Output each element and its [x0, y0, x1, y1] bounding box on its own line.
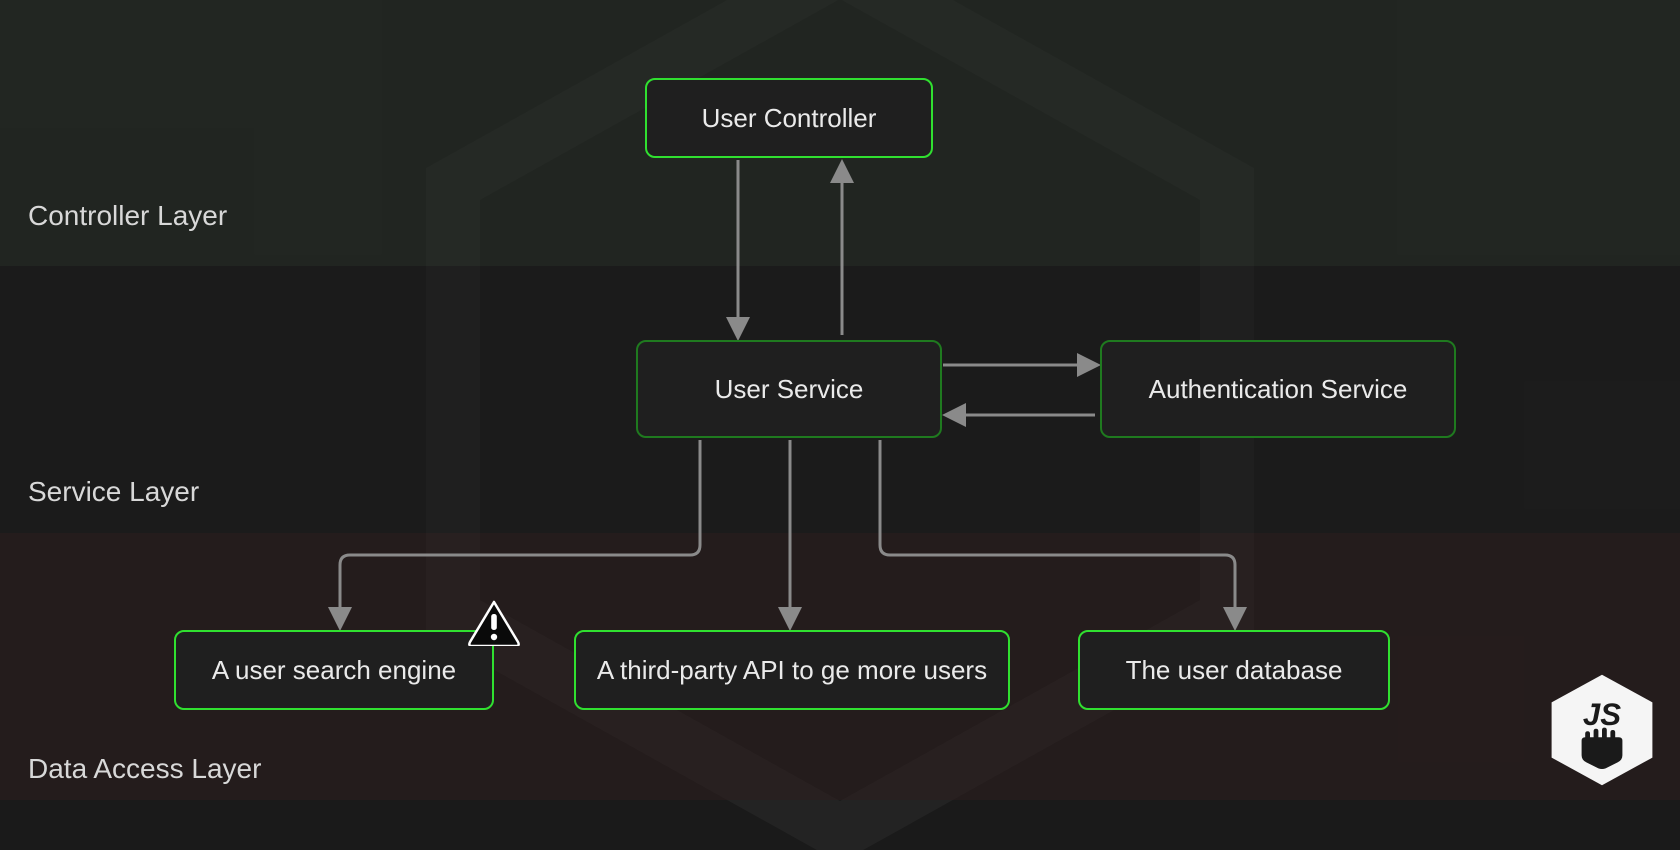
- node-third-party-api-label: A third-party API to ge more users: [597, 655, 987, 686]
- svg-text:JS: JS: [1583, 697, 1621, 732]
- warning-icon: [468, 600, 520, 646]
- node-user-controller: User Controller: [645, 78, 933, 158]
- node-user-controller-label: User Controller: [702, 103, 877, 134]
- nodejs-logo-icon: JS: [1542, 670, 1662, 790]
- node-user-search-engine: A user search engine: [174, 630, 494, 710]
- node-third-party-api: A third-party API to ge more users: [574, 630, 1010, 710]
- node-user-search-engine-label: A user search engine: [212, 655, 456, 686]
- node-authentication-service-label: Authentication Service: [1149, 374, 1408, 405]
- layer-data-label: Data Access Layer: [28, 753, 261, 785]
- node-user-service: User Service: [636, 340, 942, 438]
- node-user-database: The user database: [1078, 630, 1390, 710]
- layer-controller-label: Controller Layer: [28, 200, 227, 232]
- node-user-database-label: The user database: [1126, 655, 1343, 686]
- node-user-service-label: User Service: [715, 374, 864, 405]
- node-authentication-service: Authentication Service: [1100, 340, 1456, 438]
- layer-service-label: Service Layer: [28, 476, 199, 508]
